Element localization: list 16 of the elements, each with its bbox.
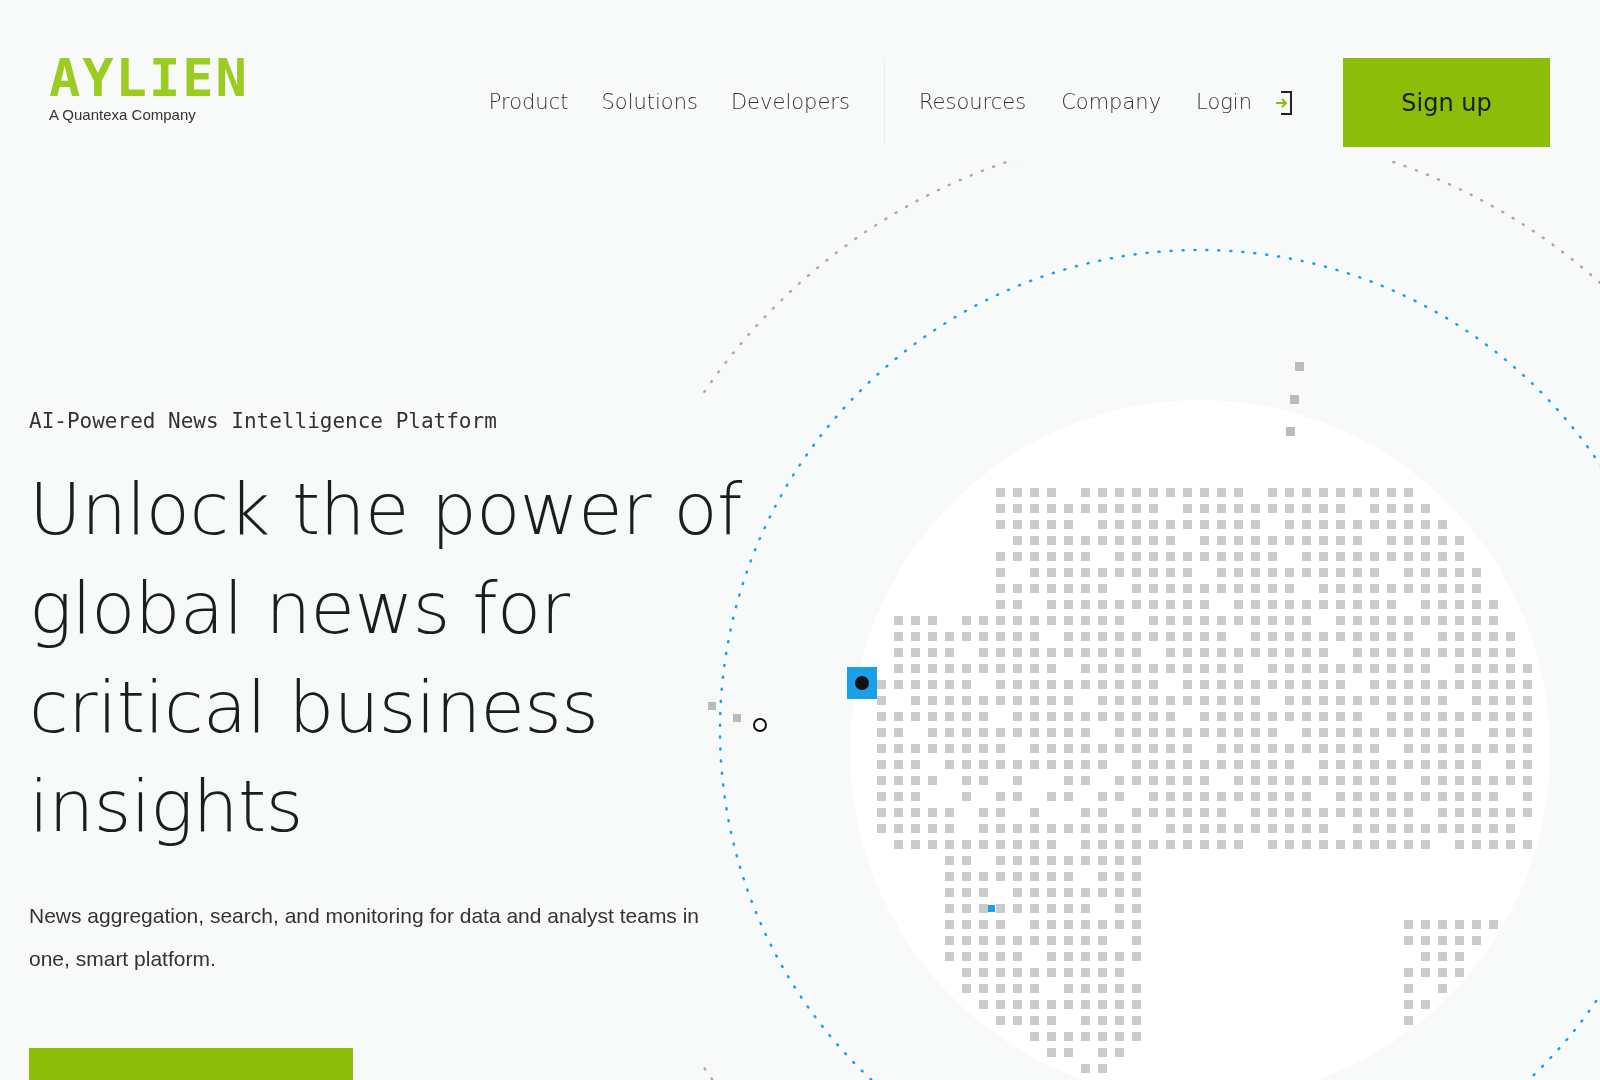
login-icon[interactable] — [1275, 89, 1293, 116]
hero-headline-line: Unlock the power of — [29, 465, 742, 553]
hero-headline-line: insights — [29, 762, 303, 850]
nav-link[interactable]: Company — [1061, 86, 1162, 119]
logo-tagline: A Quantexa Company — [49, 105, 197, 125]
nav-link[interactable]: Developers — [730, 86, 850, 119]
hero-eyebrow: AI-Powered News Intelligence Platform — [29, 408, 498, 435]
hero-description: News aggregation, search, and monitoring for data and analyst teams in one, smart platform. — [29, 902, 701, 972]
nav-link[interactable]: Product — [488, 86, 569, 119]
nav-link[interactable]: Solutions — [601, 86, 698, 119]
signup-button[interactable]: Sign up — [1343, 58, 1550, 147]
hero-headline-line: critical business — [29, 663, 599, 751]
hero-headline-line: global news for — [29, 564, 570, 652]
nav-link[interactable]: Login — [1196, 86, 1252, 119]
nav-link[interactable]: Resources — [918, 86, 1027, 119]
node-trail-drawing — [708, 702, 767, 732]
